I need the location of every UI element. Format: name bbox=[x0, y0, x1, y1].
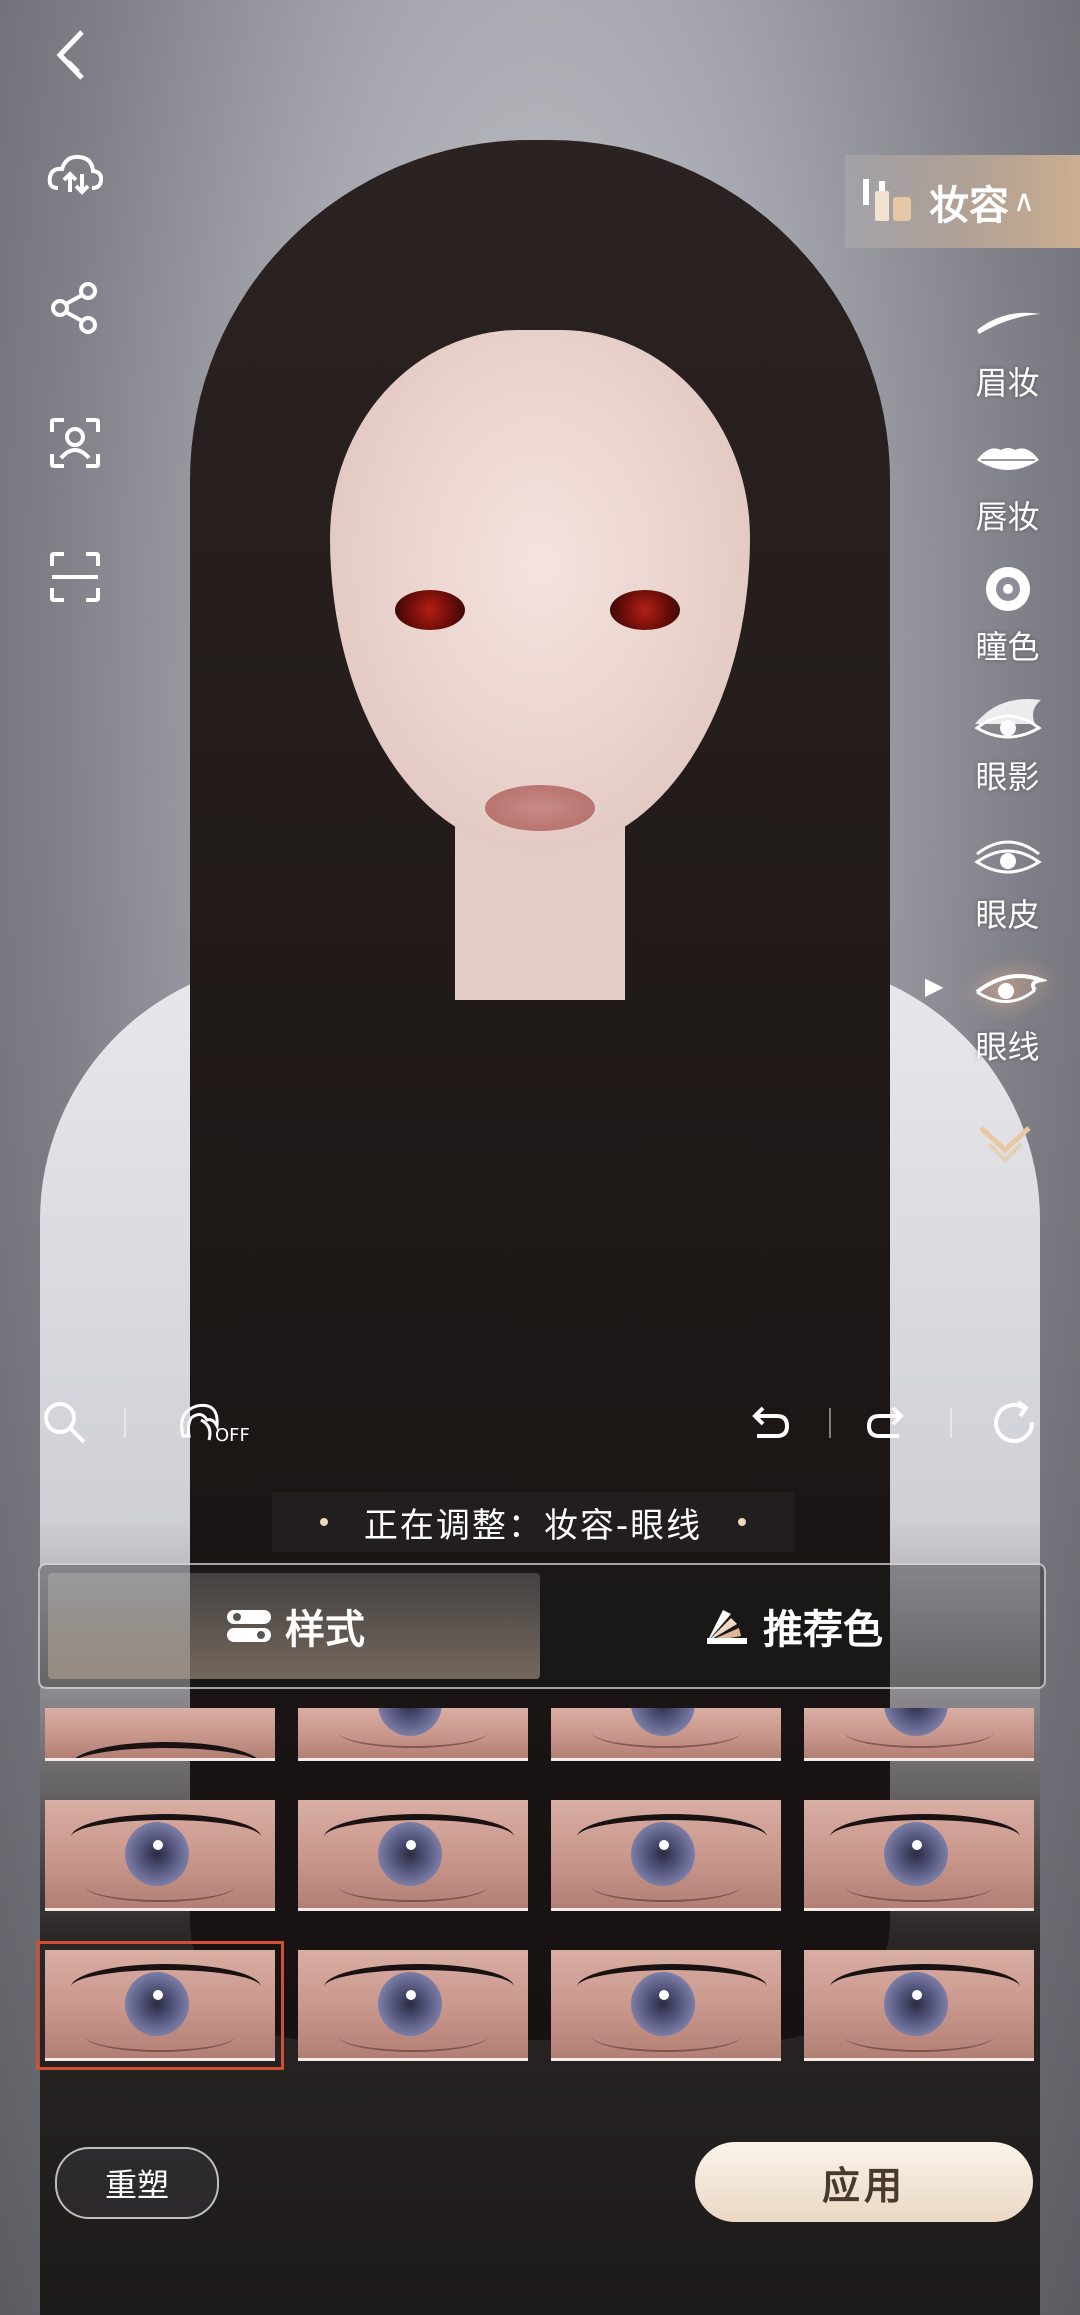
eyeliner-option[interactable] bbox=[298, 1708, 528, 1761]
eyeliner-option[interactable] bbox=[298, 1800, 528, 1911]
adjusting-status-bar: 正在调整：妆容-眼线 bbox=[272, 1492, 794, 1552]
eyeliner-option[interactable] bbox=[551, 1950, 781, 2061]
eyeliner-option[interactable] bbox=[551, 1708, 781, 1761]
tab-label: 推荐色 bbox=[763, 1607, 883, 1653]
character-creator-screen: { "category": { "label": "妆容" }, "catego… bbox=[0, 0, 1080, 2315]
category-item-label: 眼影 bbox=[975, 758, 1040, 796]
eyeliner-option[interactable] bbox=[298, 1950, 528, 2061]
eyeliner-option[interactable] bbox=[804, 1800, 1034, 1911]
category-item-eyeshadow[interactable]: 眼影 bbox=[955, 690, 1060, 798]
character-right-eye bbox=[610, 590, 680, 630]
category-item-label: 眉妆 bbox=[975, 364, 1040, 402]
lips-icon bbox=[976, 448, 1039, 470]
category-item-eyeliner[interactable]: 眼线 bbox=[955, 960, 1060, 1068]
makeup-kit-icon bbox=[863, 178, 911, 221]
reset-icon bbox=[994, 1400, 1035, 1443]
back-button[interactable] bbox=[40, 20, 110, 90]
toolbar-divider bbox=[950, 1408, 952, 1438]
tab-recommended-colors[interactable]: 推荐色 bbox=[548, 1573, 1036, 1679]
category-label: 妆容 bbox=[929, 182, 1009, 229]
makeup-tabs: 样式 推荐色 bbox=[38, 1563, 1046, 1689]
category-item-label: 唇妆 bbox=[975, 498, 1040, 536]
category-makeup-header[interactable]: 妆容 ∧ bbox=[845, 155, 1080, 248]
chevron-down-icon[interactable] bbox=[975, 1120, 1035, 1170]
eyeliner-option-selected[interactable] bbox=[36, 1941, 284, 2070]
eyeliner-option[interactable] bbox=[45, 1800, 275, 1911]
hair-toggle-button[interactable] bbox=[165, 1388, 235, 1458]
search-button[interactable] bbox=[30, 1388, 100, 1458]
toolbar-divider bbox=[124, 1408, 126, 1438]
eyeliner-option[interactable] bbox=[804, 1708, 1034, 1761]
cloud-sync-button[interactable] bbox=[40, 140, 110, 210]
adjusting-status-text: 正在调整：妆容-眼线 bbox=[363, 1505, 703, 1546]
toolbar-divider bbox=[829, 1408, 831, 1438]
category-item-lips[interactable]: 唇妆 bbox=[955, 430, 1060, 538]
frame-icon bbox=[50, 552, 100, 602]
category-item-eyelid[interactable]: 眼皮 bbox=[955, 828, 1060, 936]
palette-icon bbox=[707, 1610, 747, 1644]
status-dot bbox=[738, 1518, 747, 1526]
character-left-eye bbox=[395, 590, 465, 630]
category-item-eyebrow[interactable]: 眉妆 bbox=[955, 296, 1060, 404]
style-icon bbox=[227, 1610, 271, 1642]
eyeliner-option[interactable] bbox=[551, 1800, 781, 1911]
back-arrow-icon bbox=[56, 30, 84, 80]
face-scan-button[interactable] bbox=[40, 408, 110, 478]
status-dot bbox=[319, 1518, 328, 1526]
apply-button[interactable]: 应用 bbox=[695, 2142, 1033, 2222]
eyebrow-icon bbox=[976, 312, 1041, 334]
share-icon bbox=[51, 282, 97, 334]
active-category-indicator: ▶ bbox=[925, 972, 944, 1000]
tab-style[interactable]: 样式 bbox=[48, 1573, 540, 1679]
share-button[interactable] bbox=[40, 273, 110, 343]
frame-button[interactable] bbox=[40, 542, 110, 612]
tab-label: 样式 bbox=[285, 1607, 365, 1653]
category-item-label: 眼线 bbox=[975, 1028, 1040, 1066]
cloud-sync-icon bbox=[47, 154, 104, 195]
eyeshadow-icon bbox=[973, 699, 1042, 739]
redo-button[interactable] bbox=[853, 1388, 923, 1458]
undo-icon bbox=[752, 1406, 790, 1438]
reset-button[interactable] bbox=[980, 1388, 1050, 1458]
category-item-label: 瞳色 bbox=[975, 628, 1040, 666]
face-scan-icon bbox=[50, 418, 100, 468]
pupil-icon bbox=[985, 567, 1030, 611]
eyeliner-option[interactable] bbox=[804, 1950, 1034, 2061]
character-lips bbox=[485, 785, 595, 831]
chevron-up-icon: ∧ bbox=[1013, 184, 1035, 219]
category-item-pupil[interactable]: 瞳色 bbox=[955, 560, 1060, 668]
eyelid-icon bbox=[973, 840, 1042, 874]
eyeliner-option[interactable] bbox=[45, 1708, 275, 1761]
eyeliner-icon bbox=[975, 974, 1047, 1003]
category-item-label: 眼皮 bbox=[975, 896, 1040, 934]
reshape-button[interactable]: 重塑 bbox=[55, 2147, 219, 2219]
hair-toggle-state: OFF bbox=[215, 1425, 250, 1446]
redo-icon bbox=[866, 1406, 904, 1438]
undo-button[interactable] bbox=[733, 1388, 803, 1458]
search-icon bbox=[44, 1402, 86, 1444]
